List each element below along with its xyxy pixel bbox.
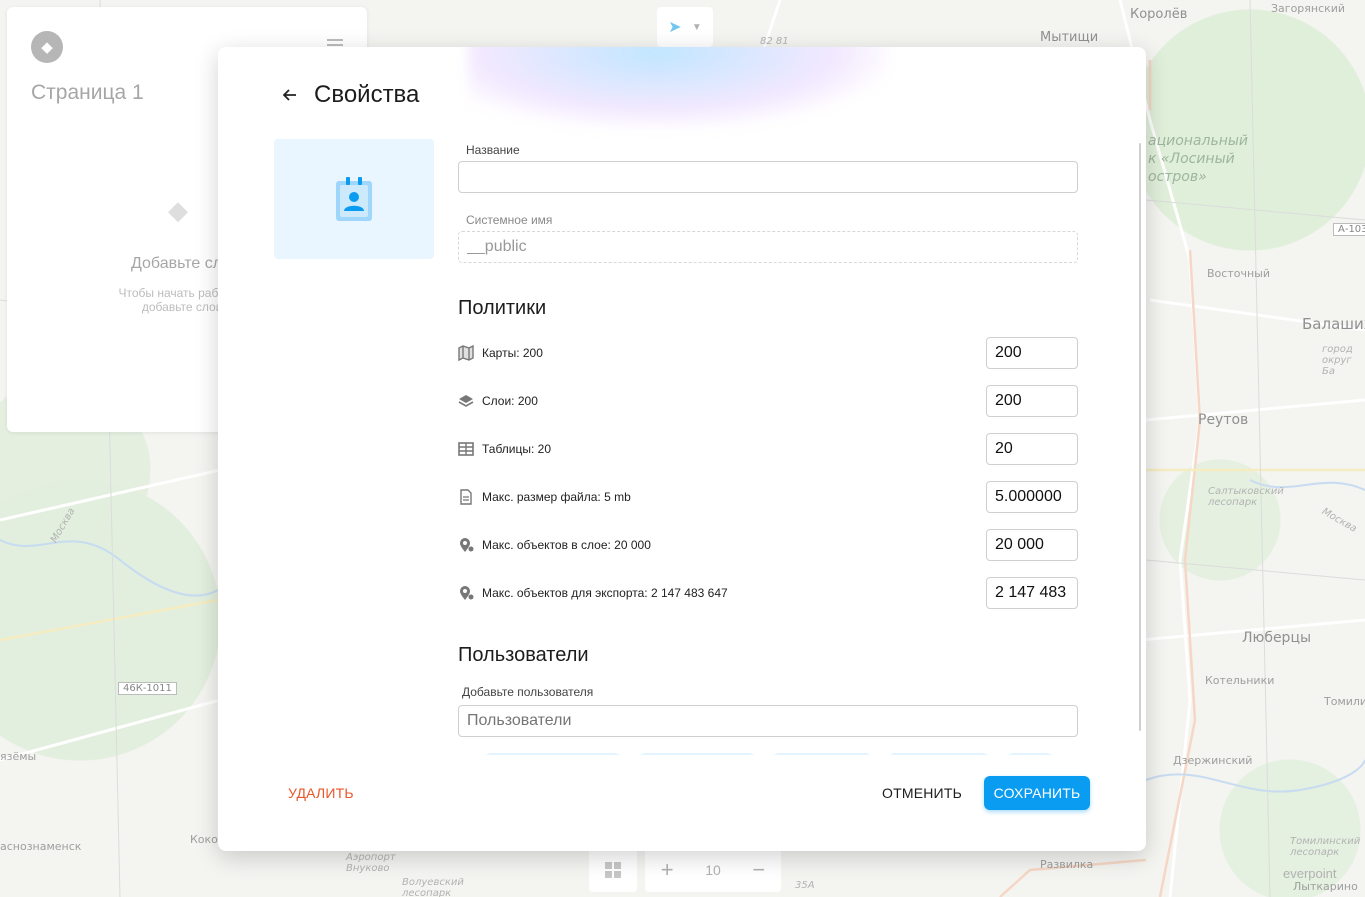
policy-layer-objects-label: Макс. объектов в слое: 20 000 <box>482 538 651 552</box>
badge-icon <box>336 177 372 221</box>
name-label: Название <box>466 143 520 157</box>
policy-file-size-label: Макс. размер файла: 5 mb <box>482 490 631 504</box>
policy-row-layer-objects: Макс. объектов в слое: 20 000 <box>458 529 1078 561</box>
policy-tables-label: Таблицы: 20 <box>482 442 552 456</box>
user-chips <box>482 753 1056 755</box>
name-input[interactable] <box>458 161 1078 193</box>
header-decoration <box>468 47 888 127</box>
dialog-title: Свойства <box>314 81 420 108</box>
policy-layers-label: Слои: 200 <box>482 394 538 408</box>
user-chip[interactable] <box>1004 753 1056 755</box>
layers-icon <box>458 393 474 409</box>
users-title: Пользователи <box>458 644 589 666</box>
properties-dialog: Свойства Название Системное имя Политики… <box>218 47 1146 851</box>
policy-export-objects-label: Макс. объектов для экспорта: 2 147 483 6… <box>482 586 728 600</box>
properties-form: Название Системное имя Политики Карты: 2… <box>458 139 1078 755</box>
policy-row-export-objects: Макс. объектов для экспорта: 2 147 483 6… <box>458 577 1078 609</box>
cancel-button[interactable]: ОТМЕНИТЬ <box>872 776 972 810</box>
pin-export-icon <box>458 585 474 601</box>
scrollbar[interactable] <box>1139 143 1141 731</box>
system-name-input <box>458 231 1078 263</box>
user-chip[interactable] <box>482 753 624 755</box>
pin-icon <box>458 537 474 553</box>
arrow-left-icon <box>283 89 296 101</box>
policy-export-objects-input[interactable] <box>986 577 1078 609</box>
policy-row-tables: Таблицы: 20 <box>458 433 1078 465</box>
policy-file-size-input[interactable] <box>986 481 1078 513</box>
system-name-label: Системное имя <box>466 213 553 227</box>
user-chip[interactable] <box>636 753 758 755</box>
policies-title: Политики <box>458 297 547 319</box>
user-chip[interactable] <box>886 753 992 755</box>
add-user-label: Добавьте пользователя <box>462 685 594 699</box>
policy-maps-label: Карты: 200 <box>482 346 543 360</box>
policy-layer-objects-input[interactable] <box>986 529 1078 561</box>
policy-maps-input[interactable] <box>986 337 1078 369</box>
policy-layers-input[interactable] <box>986 385 1078 417</box>
policy-row-maps: Карты: 200 <box>458 337 1078 369</box>
user-chip[interactable] <box>770 753 874 755</box>
users-search-input[interactable] <box>458 705 1078 737</box>
map-icon <box>458 345 474 361</box>
policy-row-file-size: Макс. размер файла: 5 mb <box>458 481 1078 513</box>
save-button[interactable]: СОХРАНИТЬ <box>984 776 1090 810</box>
back-button[interactable] <box>278 83 302 107</box>
group-thumbnail[interactable] <box>274 139 434 259</box>
delete-button[interactable]: УДАЛИТЬ <box>282 776 360 810</box>
policy-tables-input[interactable] <box>986 433 1078 465</box>
policy-row-layers: Слои: 200 <box>458 385 1078 417</box>
file-icon <box>458 489 474 505</box>
table-icon <box>458 441 474 457</box>
